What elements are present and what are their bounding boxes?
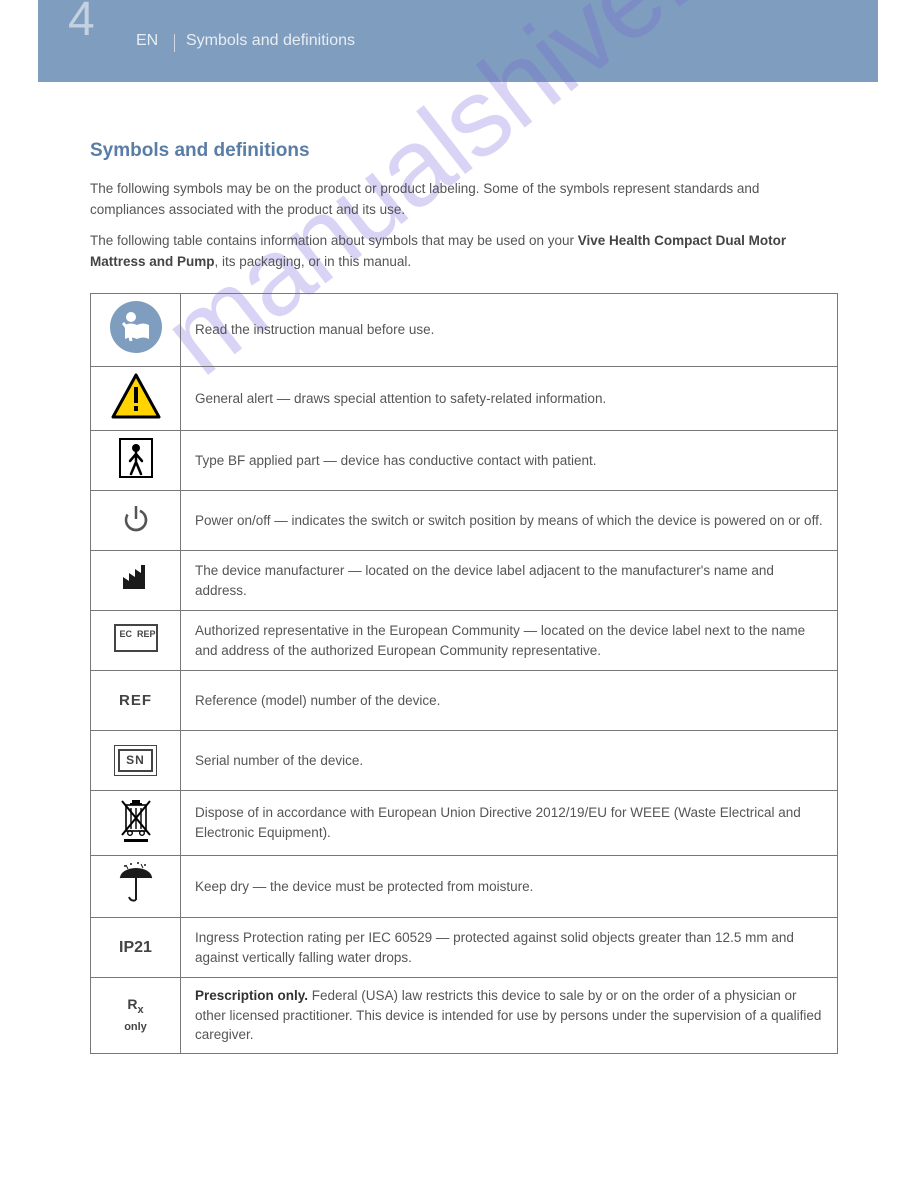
rx-strong: Prescription only.: [195, 988, 308, 1003]
row-desc: Prescription only. Federal (USA) law res…: [181, 978, 838, 1054]
table-row: REF Reference (model) number of the devi…: [91, 671, 838, 731]
table-row: Dispose of in accordance with European U…: [91, 791, 838, 856]
intro-p2-suffix: , its packaging, or in this manual.: [215, 254, 412, 269]
caution-icon: [91, 366, 181, 431]
table-row: Power on/off — indicates the switch or s…: [91, 491, 838, 551]
row-desc: General alert — draws special attention …: [181, 366, 838, 431]
intro-p2-prefix: The following table contains information…: [90, 233, 578, 248]
row-desc: Read the instruction manual before use.: [181, 294, 838, 367]
row-desc: Reference (model) number of the device.: [181, 671, 838, 731]
table-row: Read the instruction manual before use.: [91, 294, 838, 367]
row-desc: Ingress Protection rating per IEC 60529 …: [181, 918, 838, 978]
section-title: Symbols and definitions: [90, 136, 838, 165]
page-number: 4: [68, 0, 93, 47]
row-desc: Authorized representative in the Europea…: [181, 611, 838, 671]
header-lang: EN: [136, 32, 158, 50]
read-manual-icon: [91, 294, 181, 367]
manufacturer-icon: [91, 551, 181, 611]
symbols-table: Read the instruction manual before use. …: [90, 293, 838, 1054]
intro-para-1: The following symbols may be on the prod…: [90, 179, 838, 221]
table-row: Type BF applied part — device has conduc…: [91, 431, 838, 491]
row-desc: Type BF applied part — device has conduc…: [181, 431, 838, 491]
table-row: The device manufacturer — located on the…: [91, 551, 838, 611]
page-header: 4 EN Symbols and definitions: [38, 0, 878, 82]
table-row: General alert — draws special attention …: [91, 366, 838, 431]
table-row: IP21 Ingress Protection rating per IEC 6…: [91, 918, 838, 978]
keep-dry-icon: [91, 855, 181, 918]
row-desc: Power on/off — indicates the switch or s…: [181, 491, 838, 551]
power-icon: [91, 491, 181, 551]
ip-rating-icon: IP21: [91, 918, 181, 978]
row-desc: The device manufacturer — located on the…: [181, 551, 838, 611]
table-row: Keep dry — the device must be protected …: [91, 855, 838, 918]
rx-only-icon: Rxonly: [91, 978, 181, 1054]
ref-icon: REF: [91, 671, 181, 731]
table-row: Rxonly Prescription only. Federal (USA) …: [91, 978, 838, 1054]
header-divider: [174, 34, 175, 52]
table-row: EC REP Authorized representative in the …: [91, 611, 838, 671]
type-bf-icon: [91, 431, 181, 491]
row-desc: Dispose of in accordance with European U…: [181, 791, 838, 856]
intro-para-2: The following table contains information…: [90, 231, 838, 273]
serial-number-icon: SN: [91, 731, 181, 791]
intro-block: Symbols and definitions The following sy…: [90, 136, 838, 283]
weee-icon: [91, 791, 181, 856]
ec-rep-icon: EC REP: [91, 611, 181, 671]
row-desc: Keep dry — the device must be protected …: [181, 855, 838, 918]
table-row: SN Serial number of the device.: [91, 731, 838, 791]
row-desc: Serial number of the device.: [181, 731, 838, 791]
header-title: Symbols and definitions: [186, 32, 355, 50]
